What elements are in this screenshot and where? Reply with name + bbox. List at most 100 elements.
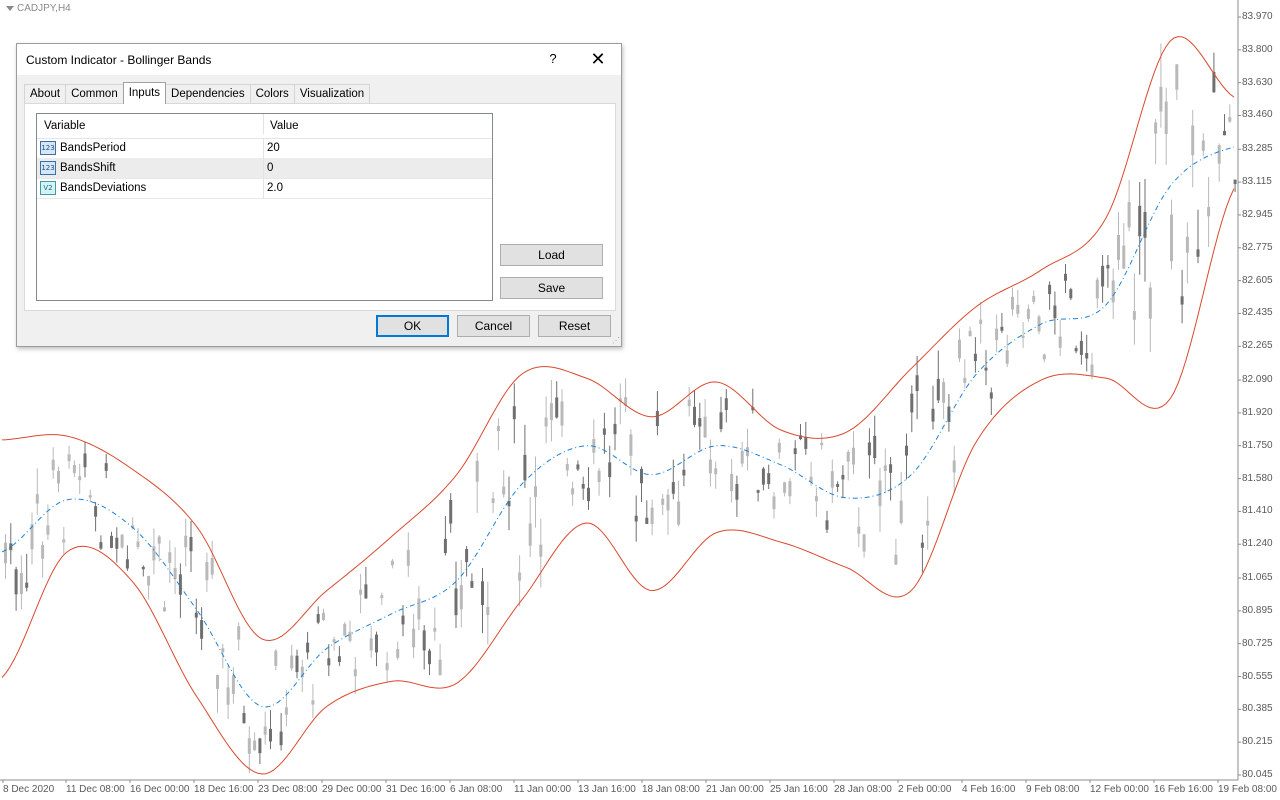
candle-body bbox=[1196, 249, 1200, 257]
time-label: 19 Feb 08:00 bbox=[1218, 784, 1277, 795]
price-label: 80.895 bbox=[1242, 604, 1273, 616]
candle-body bbox=[470, 581, 474, 588]
candle-body bbox=[714, 468, 718, 475]
candle-body bbox=[735, 484, 739, 500]
candle-body bbox=[841, 474, 845, 480]
value-cell[interactable]: 2.0 bbox=[267, 178, 487, 198]
candle-body bbox=[216, 675, 219, 689]
candle-body bbox=[565, 464, 569, 471]
candle-body bbox=[1154, 122, 1158, 134]
candle-body bbox=[640, 468, 643, 484]
candle-body bbox=[555, 397, 559, 418]
candle-body bbox=[62, 539, 66, 543]
candle-body bbox=[41, 544, 45, 559]
price-label: 80.555 bbox=[1242, 670, 1273, 682]
candle-body bbox=[1111, 280, 1115, 303]
header-value[interactable]: Value bbox=[270, 114, 490, 134]
candle-body bbox=[242, 713, 246, 724]
tab-common[interactable]: Common bbox=[65, 84, 124, 103]
dialog-titlebar[interactable]: Custom Indicator - Bollinger Bands ? ✕ bbox=[17, 44, 621, 75]
candle-body bbox=[708, 459, 712, 474]
time-label: 31 Dec 16:00 bbox=[386, 784, 446, 795]
candle-body bbox=[682, 469, 686, 476]
candle-body bbox=[25, 582, 29, 588]
candle-body bbox=[1159, 86, 1163, 112]
candle-body bbox=[655, 411, 659, 427]
double-type-icon: V2 bbox=[40, 181, 56, 195]
candle-body bbox=[1037, 316, 1041, 332]
candle-body bbox=[899, 500, 903, 524]
candle-body bbox=[1191, 125, 1195, 156]
price-label: 82.605 bbox=[1242, 274, 1273, 286]
candle-body bbox=[136, 541, 140, 547]
candle-body bbox=[184, 535, 188, 548]
inputs-grid: Variable Value 123 BandsPeriod 20 123 Ba… bbox=[36, 113, 493, 301]
price-label: 82.945 bbox=[1242, 208, 1273, 220]
inputs-panel: Variable Value 123 BandsPeriod 20 123 Ba… bbox=[24, 103, 616, 311]
candle-body bbox=[1138, 205, 1142, 237]
candle-body bbox=[35, 494, 39, 504]
table-row[interactable]: 123 BandsShift 0 bbox=[37, 158, 492, 179]
candle-body bbox=[417, 598, 421, 620]
tab-colors[interactable]: Colors bbox=[249, 84, 295, 103]
candle-body bbox=[481, 581, 484, 606]
candle-body bbox=[269, 728, 272, 742]
price-label: 83.970 bbox=[1242, 11, 1273, 22]
candle-body bbox=[141, 566, 145, 570]
value-cell[interactable]: 20 bbox=[267, 138, 487, 158]
price-label: 80.045 bbox=[1242, 769, 1273, 780]
candle-body bbox=[459, 585, 463, 610]
time-label: 28 Jan 08:00 bbox=[834, 784, 892, 795]
tab-inputs[interactable]: Inputs bbox=[122, 82, 167, 104]
dialog-tabs: About Common Inputs Dependencies Colors … bbox=[24, 82, 371, 104]
candle-body bbox=[1223, 130, 1226, 136]
candle-body bbox=[873, 435, 877, 459]
candle-body bbox=[221, 648, 225, 653]
candle-body bbox=[343, 623, 347, 636]
candle-body bbox=[889, 464, 893, 473]
candle-body bbox=[322, 612, 325, 620]
symbol-label[interactable]: CADJPY,H4 bbox=[6, 3, 71, 14]
tab-about[interactable]: About bbox=[24, 84, 67, 103]
save-button[interactable]: Save bbox=[500, 277, 603, 299]
candle-body bbox=[380, 595, 384, 599]
candle-body bbox=[99, 542, 103, 549]
table-row[interactable]: 123 BandsPeriod 20 bbox=[37, 138, 492, 159]
ok-button[interactable]: OK bbox=[376, 315, 449, 337]
price-label: 81.240 bbox=[1242, 538, 1273, 550]
value-cell[interactable]: 0 bbox=[267, 158, 487, 178]
candle-body bbox=[125, 559, 129, 569]
candle-body bbox=[857, 526, 861, 534]
cancel-button[interactable]: Cancel bbox=[457, 315, 530, 337]
close-button[interactable]: ✕ bbox=[586, 49, 610, 69]
price-label: 83.630 bbox=[1242, 76, 1273, 88]
candle-body bbox=[401, 615, 405, 625]
header-variable[interactable]: Variable bbox=[37, 114, 264, 134]
candle-body bbox=[905, 445, 908, 456]
reset-button[interactable]: Reset bbox=[538, 315, 611, 337]
candle-body bbox=[1106, 264, 1110, 269]
variable-cell: V2 BandsDeviations bbox=[37, 178, 264, 198]
candle-body bbox=[772, 496, 776, 510]
candle-body bbox=[693, 406, 696, 425]
tab-visualization[interactable]: Visualization bbox=[293, 84, 371, 103]
tab-dependencies[interactable]: Dependencies bbox=[165, 84, 251, 103]
candle-body bbox=[1085, 353, 1089, 359]
table-row[interactable]: V2 BandsDeviations 2.0 bbox=[37, 178, 492, 199]
time-label: 6 Jan 08:00 bbox=[450, 784, 503, 795]
time-label: 4 Feb 16:00 bbox=[962, 784, 1016, 795]
candle-body bbox=[973, 353, 977, 362]
candle-body bbox=[910, 393, 914, 413]
resize-grip-icon[interactable]: ⋰ bbox=[612, 337, 620, 345]
load-button[interactable]: Load bbox=[500, 244, 603, 266]
candle-body bbox=[571, 488, 575, 495]
candle-body bbox=[163, 607, 166, 612]
help-button[interactable]: ? bbox=[544, 50, 562, 68]
candle-body bbox=[740, 450, 744, 464]
candle-body bbox=[862, 534, 866, 552]
candle-body bbox=[989, 392, 993, 399]
time-label: 11 Jan 00:00 bbox=[514, 784, 572, 795]
candle-body bbox=[777, 442, 781, 453]
candle-body bbox=[337, 656, 341, 663]
candle-body bbox=[984, 367, 988, 371]
